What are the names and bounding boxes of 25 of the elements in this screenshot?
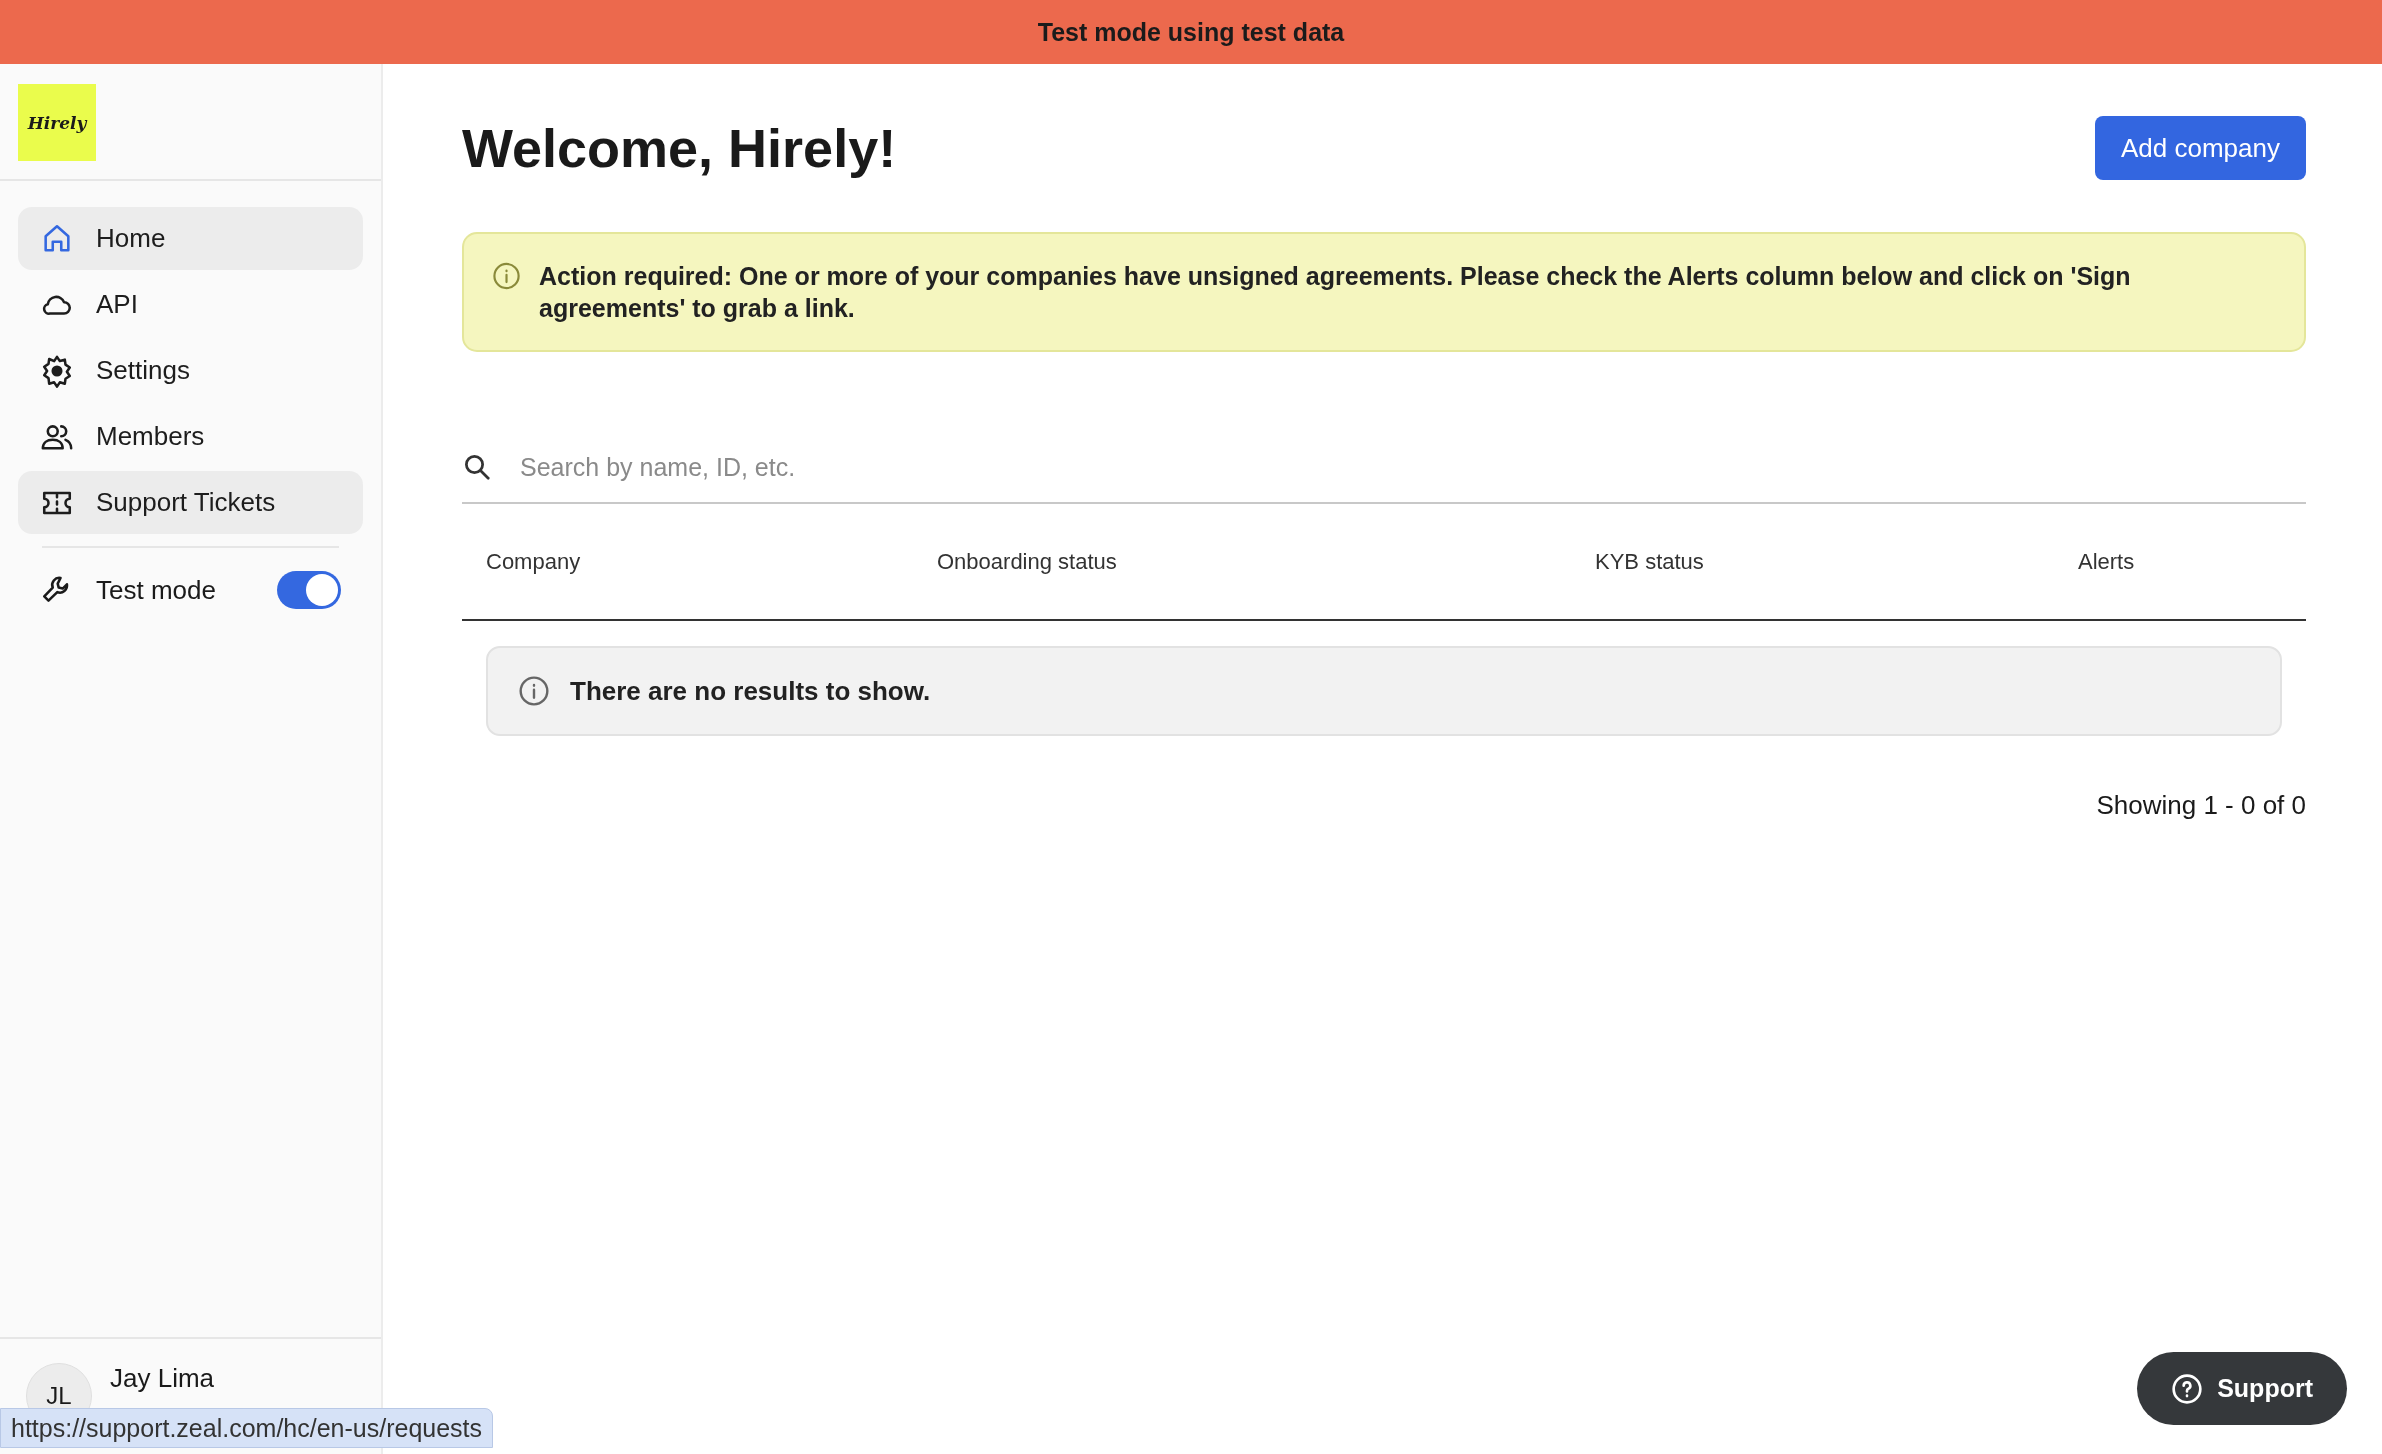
column-header: Onboarding status bbox=[937, 548, 1118, 575]
search-field[interactable]: Search by name, ID, etc. bbox=[518, 451, 2306, 483]
help-icon bbox=[2171, 1372, 2204, 1405]
empty-message: There are no results to show. bbox=[570, 675, 931, 707]
search-icon bbox=[462, 452, 492, 482]
column-header: Company bbox=[486, 548, 582, 575]
sidebar-item[interactable]: API bbox=[18, 273, 363, 336]
test-mode-toggle[interactable] bbox=[277, 571, 341, 609]
sidebar-item[interactable]: Settings bbox=[18, 339, 363, 402]
sidebar-item[interactable]: Home bbox=[18, 207, 363, 270]
sidebar-item[interactable]: Support Tickets bbox=[18, 471, 363, 534]
add-company-button[interactable]: Add company bbox=[2095, 116, 2306, 180]
column-header: KYB status bbox=[1595, 548, 1705, 575]
info-icon bbox=[518, 675, 550, 707]
logo: Hirely bbox=[18, 84, 96, 161]
test-mode-label: Test mode bbox=[96, 574, 217, 606]
support-button[interactable]: Support bbox=[2137, 1352, 2347, 1425]
link-url-tooltip: https://support.zeal.com/hc/en-us/requests bbox=[0, 1408, 494, 1448]
banner-text: Test mode using test data bbox=[1037, 17, 1345, 47]
alert-text: Action required: One or more of your companies have unsigned agreements. Please check the Alerts column below and click on 'Sign agreements' to grab a link. bbox=[539, 261, 2132, 324]
page-title: Welcome, Hirely! bbox=[462, 117, 897, 179]
pagination-text: Showing 1 - 0 of 0 bbox=[2096, 790, 2306, 821]
column-header: Alerts bbox=[2078, 548, 2136, 575]
sidebar-item[interactable]: Members bbox=[18, 405, 363, 468]
info-icon bbox=[492, 260, 522, 292]
